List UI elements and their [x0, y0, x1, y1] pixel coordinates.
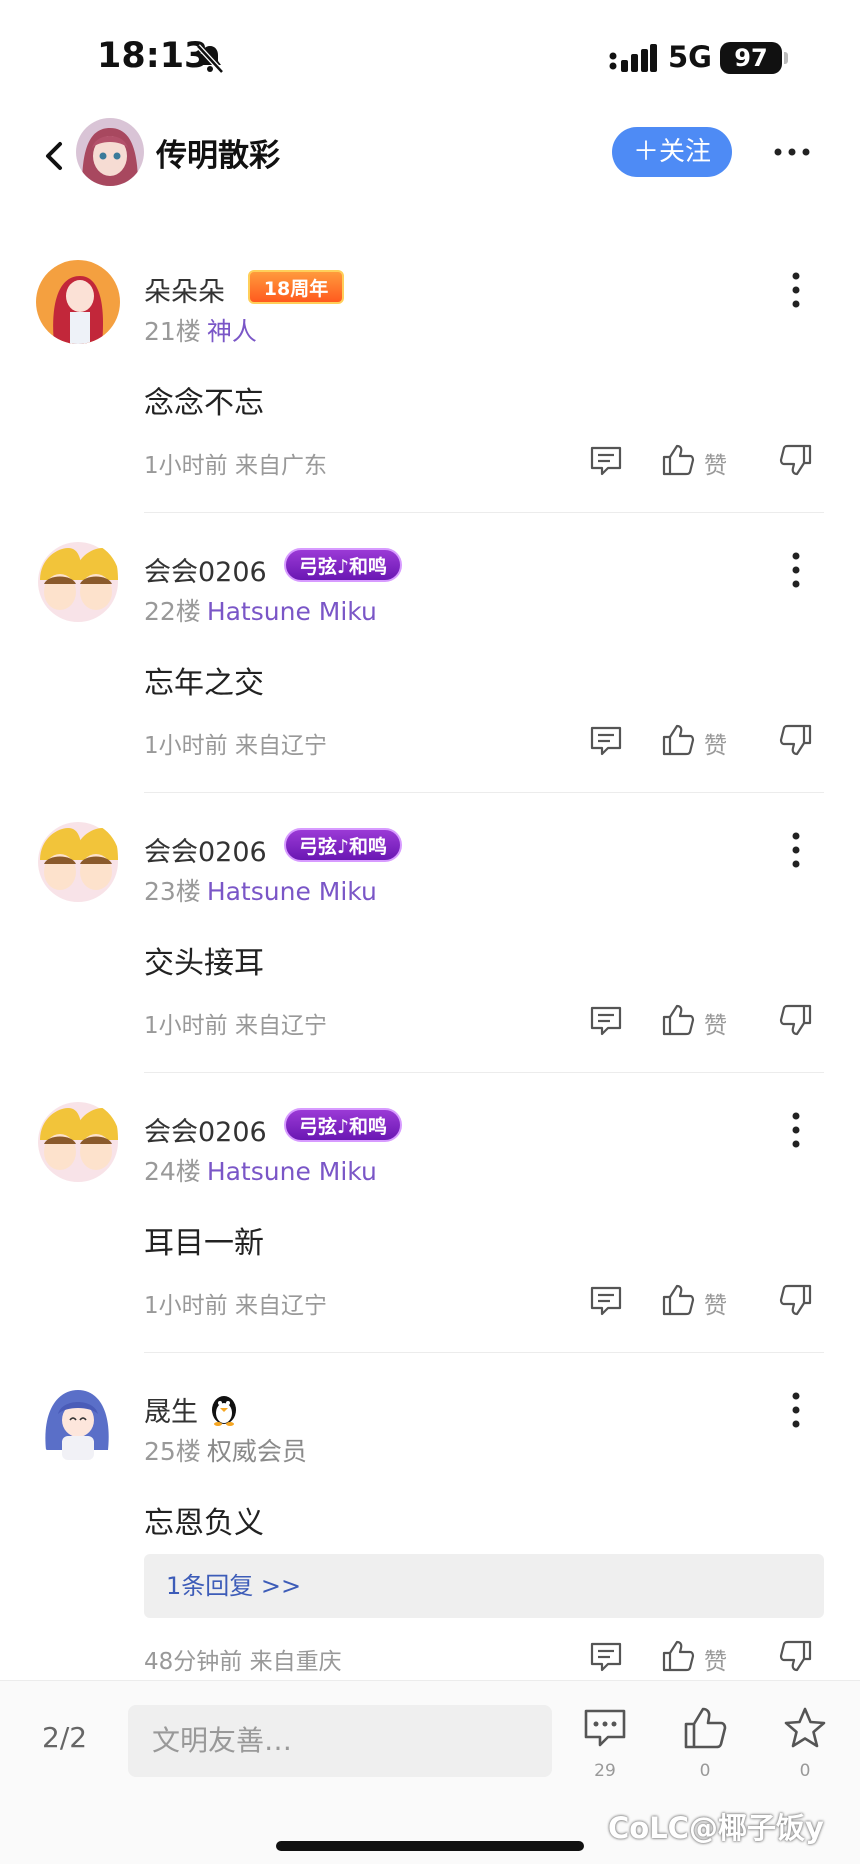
thumbs-down-icon[interactable]	[778, 1002, 814, 1038]
like-label[interactable]: 赞	[704, 1286, 727, 1320]
comment-username[interactable]: 朵朵朵	[144, 270, 225, 309]
follow-button[interactable]: ＋关注	[612, 127, 732, 177]
more-icon[interactable]	[786, 1390, 806, 1430]
comment-text: 忘恩负义	[144, 1506, 264, 1541]
thumbs-up-icon[interactable]	[660, 722, 696, 758]
comment-floor: 22楼 Hatsune Miku	[144, 592, 377, 628]
bell-slash-icon	[196, 44, 224, 74]
status-badge: 弓弦♪和鸣	[284, 828, 402, 862]
thumbs-up-icon[interactable]	[660, 1638, 696, 1674]
thumbs-up-icon[interactable]	[682, 1705, 728, 1751]
comment-floor: 21楼 神人	[144, 312, 257, 348]
page-indicator[interactable]: 2/2	[42, 1721, 87, 1754]
avatar[interactable]	[36, 1100, 120, 1184]
like-label[interactable]: 赞	[704, 1642, 727, 1676]
divider	[144, 1072, 824, 1073]
home-indicator	[276, 1841, 584, 1851]
comment-meta: 1小时前 来自辽宁	[144, 733, 327, 759]
watermark: CoLC@椰子饭y	[608, 1811, 824, 1845]
more-icon[interactable]	[772, 140, 812, 164]
comment-icon[interactable]	[588, 1282, 624, 1318]
comment-meta: 1小时前 来自广东	[144, 453, 327, 479]
more-icon[interactable]	[786, 270, 806, 310]
more-icon[interactable]	[786, 550, 806, 590]
divider	[144, 1352, 824, 1353]
battery-tip	[784, 52, 788, 64]
comment-text: 念念不忘	[144, 386, 264, 421]
comment-username[interactable]: 晟生	[144, 1390, 198, 1429]
comment-count: 29	[594, 1761, 616, 1781]
thumbs-down-icon[interactable]	[778, 1638, 814, 1674]
like-label[interactable]: 赞	[704, 446, 727, 480]
avatar[interactable]	[76, 118, 144, 186]
like-label[interactable]: 赞	[704, 1006, 727, 1040]
thumbs-down-icon[interactable]	[778, 1282, 814, 1318]
avatar[interactable]	[36, 540, 120, 624]
thumbs-up-icon[interactable]	[660, 1002, 696, 1038]
list-item: 会会0206 弓弦♪和鸣 23楼 Hatsune Miku 交头接耳 1小时前 来…	[0, 810, 860, 1070]
status-time: 18:13	[97, 36, 209, 76]
list-item: 会会0206 弓弦♪和鸣 22楼 Hatsune Miku 忘年之交 1小时前 来…	[0, 530, 860, 790]
comment-meta: 1小时前 来自辽宁	[144, 1293, 327, 1319]
comment-text: 忘年之交	[144, 666, 264, 701]
status-badge: 弓弦♪和鸣	[284, 548, 402, 582]
comment-username[interactable]: 会会0206	[144, 1110, 267, 1149]
like-count: 0	[699, 1761, 711, 1781]
more-icon[interactable]	[786, 1110, 806, 1150]
back-icon[interactable]	[40, 136, 68, 176]
favorite-count: 0	[799, 1761, 811, 1781]
user-role: Hatsune Miku	[206, 597, 377, 626]
penguin-icon	[212, 1396, 236, 1426]
page-title: 传明散彩	[156, 138, 280, 174]
list-item: 朵朵朵 18周年 21楼 神人 念念不忘 1小时前 来自广东 赞	[0, 250, 860, 510]
comment-icon[interactable]	[588, 1638, 624, 1674]
divider	[144, 512, 824, 513]
bottom-bar: 2/2 文明友善… 29 0 0 CoLC@椰子饭y	[0, 1680, 860, 1864]
comment-input[interactable]: 文明友善…	[128, 1705, 552, 1777]
comment-floor: 24楼 Hatsune Miku	[144, 1152, 377, 1188]
status-badge: 18周年	[248, 270, 344, 304]
user-role: Hatsune Miku	[206, 877, 377, 906]
thumbs-up-icon[interactable]	[660, 442, 696, 478]
user-role: 神人	[206, 317, 257, 346]
avatar[interactable]	[36, 260, 120, 344]
star-icon[interactable]	[782, 1705, 828, 1751]
thumbs-up-icon[interactable]	[660, 1282, 696, 1318]
avatar[interactable]	[36, 820, 120, 904]
top-nav: 传明散彩 ＋关注	[0, 110, 860, 200]
comment-meta: 48分钟前 来自重庆	[144, 1649, 342, 1675]
comment-icon[interactable]	[588, 442, 624, 478]
comment-floor: 25楼 权威会员	[144, 1432, 307, 1468]
floor-number: 24楼	[144, 1157, 201, 1186]
status-badge: 弓弦♪和鸣	[284, 1108, 402, 1142]
more-icon[interactable]	[786, 830, 806, 870]
list-item: 会会0206 弓弦♪和鸣 24楼 Hatsune Miku 耳目一新 1小时前 来…	[0, 1090, 860, 1350]
floor-number: 22楼	[144, 597, 201, 626]
floor-number: 23楼	[144, 877, 201, 906]
comment-username[interactable]: 会会0206	[144, 830, 267, 869]
thumbs-down-icon[interactable]	[778, 722, 814, 758]
reply-expand-button[interactable]: 1条回复 >>	[144, 1554, 824, 1618]
comment-username[interactable]: 会会0206	[144, 550, 267, 589]
floor-number: 25楼	[144, 1437, 201, 1466]
battery-indicator: 97	[720, 42, 782, 74]
comment-text: 耳目一新	[144, 1226, 264, 1261]
comment-meta: 1小时前 来自辽宁	[144, 1013, 327, 1039]
user-role: Hatsune Miku	[206, 1157, 377, 1186]
divider	[144, 792, 824, 793]
like-label[interactable]: 赞	[704, 726, 727, 760]
comment-floor: 23楼 Hatsune Miku	[144, 872, 377, 908]
comment-text: 交头接耳	[144, 946, 264, 981]
thumbs-down-icon[interactable]	[778, 442, 814, 478]
network-label: 5G	[668, 40, 712, 74]
floor-number: 21楼	[144, 317, 201, 346]
status-bar: 18:13 5G 97	[0, 0, 860, 110]
comment-icon[interactable]	[588, 1002, 624, 1038]
user-role: 权威会员	[206, 1437, 307, 1466]
list-item: 晟生 25楼 权威会员 忘恩负义 1条回复 >> 48分钟前 来自重庆 赞	[0, 1370, 860, 1680]
comment-icon[interactable]	[582, 1705, 628, 1751]
avatar[interactable]	[36, 1380, 120, 1464]
signal-icon	[609, 44, 657, 72]
comment-icon[interactable]	[588, 722, 624, 758]
